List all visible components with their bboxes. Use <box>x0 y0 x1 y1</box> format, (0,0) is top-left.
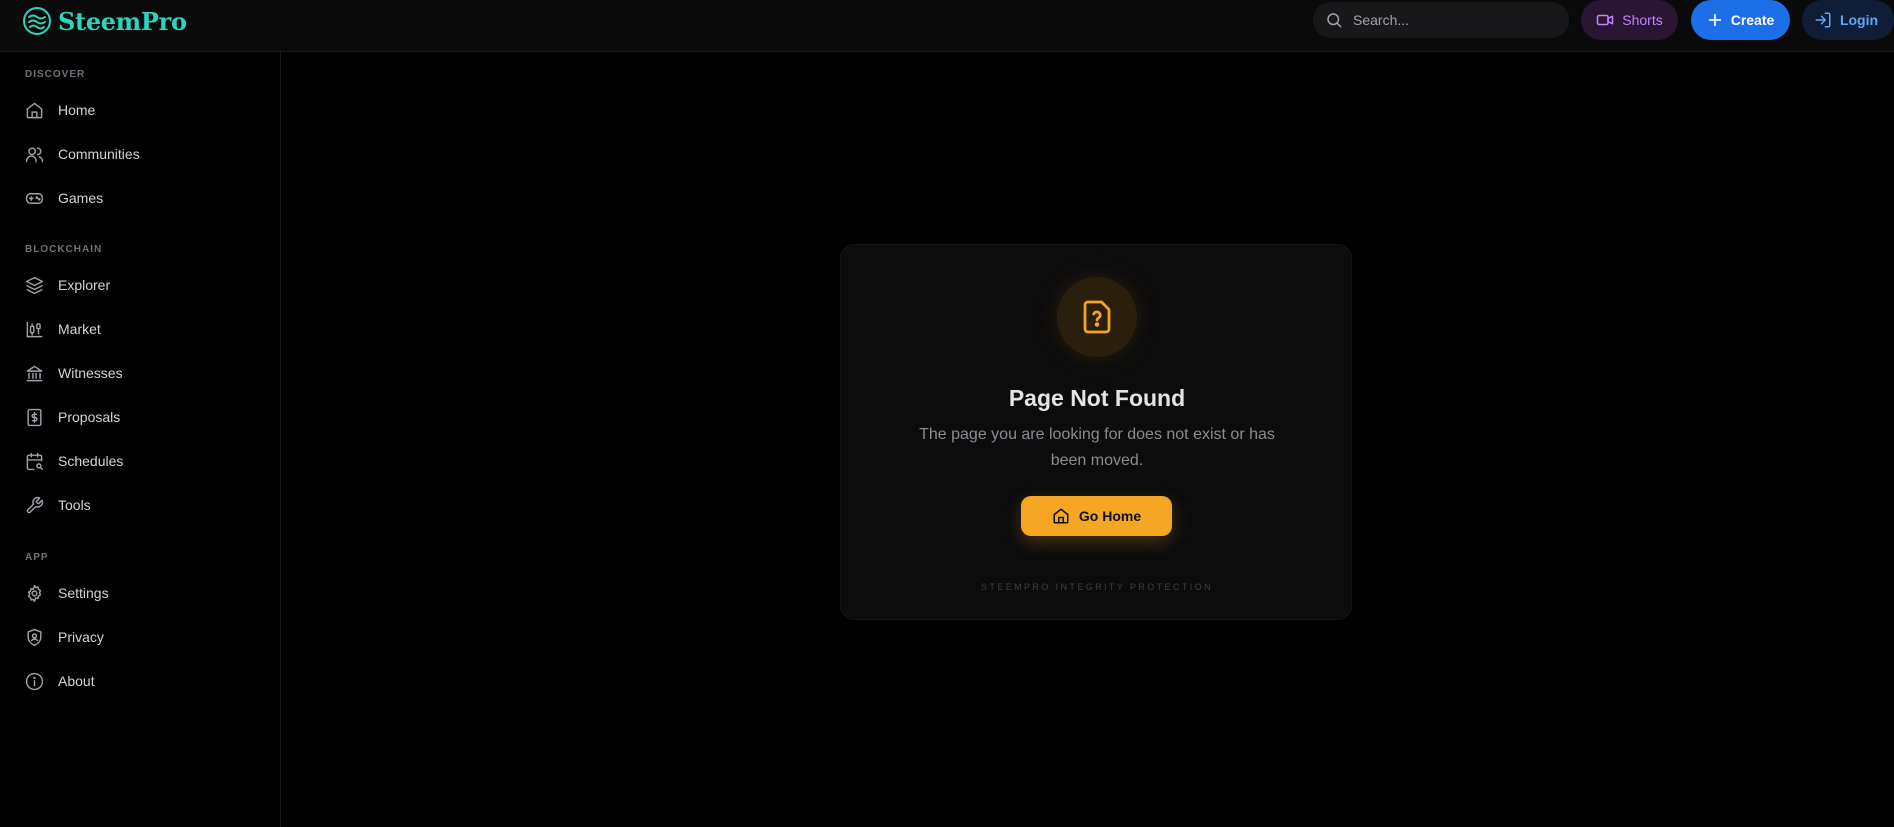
sidebar-item-games[interactable]: Games <box>16 180 266 216</box>
top-bar: SteemPro Shorts Create Login <box>0 0 1894 52</box>
sidebar-item-privacy[interactable]: Privacy <box>16 619 266 655</box>
layers-icon <box>25 276 44 294</box>
create-label: Create <box>1730 12 1775 28</box>
login-icon <box>1815 12 1831 28</box>
sidebar-item-label: Explorer <box>58 277 111 293</box>
wrench-icon <box>26 496 44 513</box>
sidebar-item-schedules[interactable]: Schedules <box>16 443 266 479</box>
sidebar-item-label: Communities <box>58 146 140 162</box>
sidebar-item-communities[interactable]: Communities <box>16 136 266 172</box>
plus-icon <box>1708 13 1721 27</box>
steempro-logo-icon <box>23 7 51 35</box>
brand[interactable]: SteemPro <box>22 4 187 38</box>
go-home-label: Go Home <box>1078 508 1142 524</box>
not-found-message: The page you are looking for does not ex… <box>919 426 1275 469</box>
sidebar-item-settings[interactable]: Settings <box>16 575 266 611</box>
sidebar-section-title: APP <box>25 552 49 563</box>
dollar-file-icon <box>27 408 42 426</box>
search-icon <box>1327 13 1342 28</box>
shield-user-icon <box>27 628 42 646</box>
search-input[interactable] <box>1353 12 1553 28</box>
sidebar-item-label: Tools <box>58 497 91 513</box>
landmark-icon <box>26 365 43 381</box>
sidebar-item-proposals[interactable]: Proposals <box>16 399 266 435</box>
sidebar-item-witnesses[interactable]: Witnesses <box>16 355 266 391</box>
sidebar-item-label: Witnesses <box>58 365 123 381</box>
icon-bubble <box>1057 277 1137 357</box>
video-icon <box>1597 14 1614 26</box>
calendar-search-icon <box>26 452 44 470</box>
sidebar: DISCOVER Home Communities Games BLOCKCHA… <box>0 52 281 827</box>
gamepad-icon <box>25 192 44 204</box>
sidebar-item-label: Schedules <box>58 453 124 469</box>
sidebar-item-market[interactable]: Market <box>16 311 266 347</box>
sidebar-item-about[interactable]: About <box>16 663 266 699</box>
go-home-button[interactable]: Go Home <box>1021 496 1172 536</box>
brand-name: SteemPro <box>58 6 187 36</box>
shorts-button[interactable]: Shorts <box>1581 0 1678 40</box>
home-icon <box>1053 508 1069 524</box>
sidebar-item-label: About <box>58 673 95 689</box>
create-button[interactable]: Create <box>1691 0 1790 40</box>
sidebar-item-label: Home <box>58 102 96 118</box>
sidebar-section-title: BLOCKCHAIN <box>25 244 103 255</box>
shorts-label: Shorts <box>1622 12 1663 28</box>
not-found-card: Page Not Found The page you are looking … <box>840 244 1352 620</box>
sidebar-item-label: Proposals <box>58 409 121 425</box>
gear-icon <box>27 584 42 602</box>
sidebar-item-home[interactable]: Home <box>16 92 266 128</box>
page-title: Page Not Found <box>1008 385 1186 411</box>
sidebar-item-label: Privacy <box>58 629 104 645</box>
integrity-footer: STEEMPRO INTEGRITY PROTECTION <box>981 582 1213 592</box>
sidebar-item-label: Games <box>58 190 104 206</box>
login-button[interactable]: Login <box>1802 0 1894 40</box>
sidebar-item-explorer[interactable]: Explorer <box>16 267 266 303</box>
sidebar-item-tools[interactable]: Tools <box>16 487 266 523</box>
sidebar-item-label: Market <box>58 321 101 337</box>
sidebar-item-label: Settings <box>58 585 109 601</box>
sidebar-section-title: DISCOVER <box>25 69 86 80</box>
candlestick-icon <box>26 321 43 337</box>
users-icon <box>25 146 44 162</box>
search-box[interactable] <box>1313 2 1569 38</box>
file-question-icon <box>1083 300 1111 334</box>
home-icon <box>26 102 43 118</box>
login-label: Login <box>1839 12 1879 28</box>
info-icon <box>25 672 44 690</box>
